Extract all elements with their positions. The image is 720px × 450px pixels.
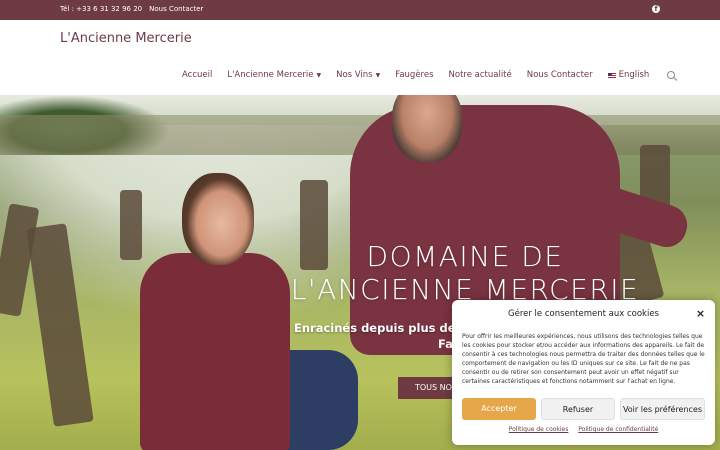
consent-text: Pour offrir les meilleures expériences, … [462, 333, 705, 385]
topbar-phone[interactable]: Tél : +33 6 31 32 96 20 [60, 5, 142, 13]
nav-item-ancienne-mercerie[interactable]: L'Ancienne Mercerie ▼ [227, 70, 321, 80]
refuse-button[interactable]: Refuser [541, 398, 615, 420]
chevron-down-icon: ▼ [375, 71, 381, 79]
nav-label: English [618, 70, 650, 80]
nav-item-faugeres[interactable]: Faugères [395, 70, 433, 80]
person-man-head [392, 95, 462, 162]
person-woman-head [182, 173, 254, 265]
top-bar: Tél : +33 6 31 32 96 20 Nous Contacter f [0, 0, 720, 20]
nav-item-accueil[interactable]: Accueil [182, 70, 212, 80]
nav-label: Notre actualité [448, 70, 512, 80]
site-logo-text[interactable]: L'Ancienne Mercerie [60, 31, 192, 46]
topbar-contact-info: Tél : +33 6 31 32 96 20 Nous Contacter [60, 5, 203, 13]
nav-item-actualite[interactable]: Notre actualité [449, 70, 512, 80]
nav-label: Accueil [182, 70, 213, 80]
hero-subtitle-line2: Fa [438, 337, 453, 351]
hero-cta-button[interactable]: TOUS NO [398, 377, 460, 399]
preferences-button[interactable]: Voir les préférences [620, 398, 705, 420]
nav-label: L'Ancienne Mercerie [227, 70, 314, 80]
accept-button[interactable]: Accepter [462, 398, 536, 420]
person-woman-body [140, 253, 290, 450]
main-nav: Accueil L'Ancienne Mercerie ▼ Nos Vins ▼ F… [182, 70, 676, 80]
nav-label: Faugères [395, 70, 434, 80]
cookie-policy-link[interactable]: Politique de cookies [509, 426, 569, 433]
facebook-icon[interactable]: f [652, 5, 660, 13]
us-flag-icon [607, 72, 616, 78]
nav-label: Nos Vins [336, 70, 373, 80]
topbar-contact-link[interactable]: Nous Contacter [149, 5, 203, 13]
nav-item-english[interactable]: English [607, 70, 650, 80]
search-icon[interactable] [667, 71, 676, 79]
nav-item-nos-vins[interactable]: Nos Vins ▼ [336, 70, 380, 80]
close-icon[interactable]: × [695, 308, 706, 319]
chevron-down-icon: ▼ [316, 71, 322, 79]
hero-title-line1: DOMAINE DE [366, 240, 564, 273]
nav-label: Nous Contacter [526, 70, 593, 80]
site-header: L'Ancienne Mercerie Accueil L'Ancienne M… [0, 20, 720, 95]
privacy-policy-link[interactable]: Politique de confidentialité [578, 426, 658, 433]
hero-title: DOMAINE DE L'ANCIENNE MERCERIE [270, 240, 660, 306]
cookie-consent-dialog: Gérer le consentement aux cookies × Pour… [452, 300, 715, 445]
consent-links: Politique de cookies Politique de confid… [452, 426, 715, 433]
vine-stump [26, 223, 94, 427]
consent-title: Gérer le consentement aux cookies [508, 309, 659, 319]
vine-stump [120, 190, 142, 260]
nav-item-contact[interactable]: Nous Contacter [527, 70, 593, 80]
